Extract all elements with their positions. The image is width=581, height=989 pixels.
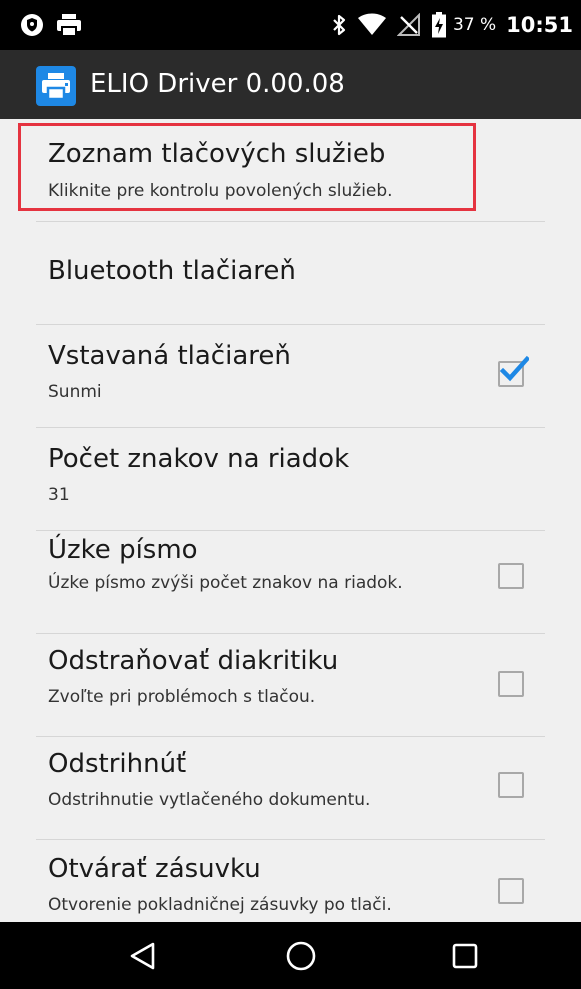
pref-summary: Sunmi (48, 382, 102, 402)
pref-bluetooth-printer[interactable]: Bluetooth tlačiareň (0, 222, 581, 325)
pref-title: Úzke písmo (48, 535, 198, 565)
open-drawer-checkbox[interactable] (498, 878, 524, 904)
pref-title: Zoznam tlačových služieb (48, 139, 386, 169)
pref-open-drawer[interactable]: Otvárať zásuvku Otvorenie pokladničnej z… (0, 840, 581, 922)
app-title: ELIO Driver 0.00.08 (90, 69, 345, 99)
printer-app-icon (36, 66, 76, 106)
pref-remove-diacritics[interactable]: Odstraňovať diakritiku Zvoľte pri problé… (0, 634, 581, 737)
pref-summary: Úzke písmo zvýši počet znakov na riadok. (48, 573, 403, 593)
pref-chars-per-line[interactable]: Počet znakov na riadok 31 (0, 428, 581, 531)
status-bar: 37 % 10:51 (0, 0, 581, 50)
pref-narrow-font[interactable]: Úzke písmo Úzke písmo zvýši počet znakov… (0, 531, 581, 634)
navigation-bar (0, 922, 581, 989)
narrow-font-checkbox[interactable] (498, 563, 524, 589)
pref-builtin-printer[interactable]: Vstavaná tlačiareň Sunmi (0, 325, 581, 428)
pref-cut-paper[interactable]: Odstrihnúť Odstrihnutie vytlačeného doku… (0, 737, 581, 840)
pref-title: Odstrihnúť (48, 749, 187, 779)
pref-summary: 31 (48, 485, 70, 505)
pref-title: Počet znakov na riadok (48, 444, 350, 474)
builtin-printer-checkbox[interactable] (498, 355, 529, 387)
bluetooth-icon (333, 14, 346, 36)
pref-print-services[interactable]: Zoznam tlačových služieb Kliknite pre ko… (0, 119, 581, 222)
home-button[interactable] (251, 922, 351, 989)
print-notification-icon (57, 14, 81, 37)
pref-summary: Zvoľte pri problémoch s tlačou. (48, 687, 316, 707)
pref-title: Odstraňovať diakritiku (48, 646, 339, 676)
cut-paper-checkbox[interactable] (498, 772, 524, 798)
shield-icon (21, 14, 43, 36)
pref-summary: Kliknite pre kontrolu povolených služieb… (48, 181, 393, 201)
battery-icon (431, 12, 446, 38)
app-bar: ELIO Driver 0.00.08 (0, 50, 581, 119)
status-left-icons (20, 13, 82, 37)
wifi-icon (357, 13, 386, 35)
pref-summary: Otvorenie pokladničnej zásuvky po tlači. (48, 895, 392, 915)
settings-list: Zoznam tlačových služieb Kliknite pre ko… (0, 119, 581, 922)
recents-icon (452, 943, 478, 968)
recents-button[interactable] (415, 922, 515, 989)
pref-title: Otvárať zásuvku (48, 854, 261, 884)
status-right-icons: 37 % 10:51 (331, 0, 573, 50)
checkmark-icon (499, 355, 529, 382)
back-button[interactable] (93, 922, 193, 989)
home-icon (286, 941, 316, 970)
pref-title: Vstavaná tlačiareň (48, 341, 291, 371)
clock: 10:51 (506, 13, 573, 37)
battery-percentage: 37 % (452, 15, 497, 35)
remove-diacritics-checkbox[interactable] (498, 671, 524, 697)
pref-summary: Odstrihnutie vytlačeného dokumentu. (48, 790, 371, 810)
no-sim-icon (396, 13, 420, 36)
back-icon (130, 942, 155, 969)
pref-title: Bluetooth tlačiareň (48, 256, 296, 286)
